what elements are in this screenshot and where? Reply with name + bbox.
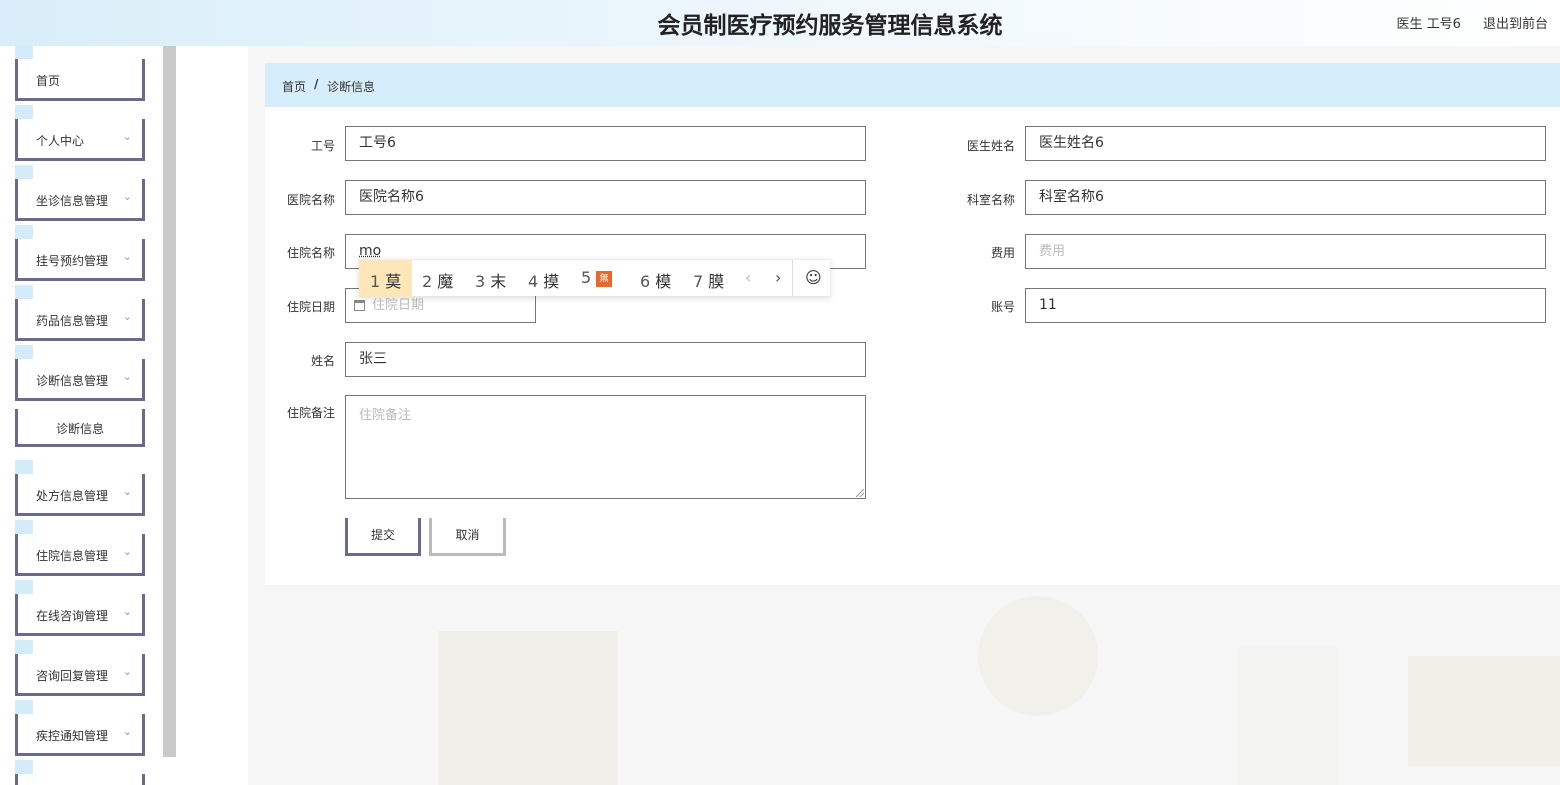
sidebar-item[interactable]: 个人中心 ⌄ bbox=[15, 105, 145, 161]
ime-candidate-number: 5 bbox=[581, 268, 592, 287]
chevron-down-icon: ⌄ bbox=[122, 310, 132, 323]
ime-divider bbox=[792, 260, 793, 297]
hospital-name-input[interactable]: 医院名称6 bbox=[345, 180, 866, 215]
ime-candidate[interactable]: 7膜 bbox=[693, 268, 724, 292]
job-no-label: 工号 bbox=[310, 139, 335, 153]
sidebar-item-partial[interactable] bbox=[15, 760, 145, 785]
current-user[interactable]: 医生 工号6 bbox=[1396, 17, 1460, 32]
ime-candidate-number: 1 bbox=[370, 272, 381, 291]
ime-candidate[interactable]: 2魔 bbox=[422, 268, 453, 292]
chevron-down-icon: ⌄ bbox=[122, 190, 132, 203]
ime-candidate-popup: 1莫 2魔 3末 4摸 5無 6模 7膜 ‹ › ☺ bbox=[359, 259, 830, 297]
remarks-label: 住院备注 bbox=[286, 406, 335, 420]
breadcrumb: 首页 / 诊断信息 bbox=[265, 63, 1560, 107]
account-input[interactable]: 11 bbox=[1025, 288, 1546, 323]
chevron-down-icon: ⌄ bbox=[122, 370, 132, 383]
header-actions: 医生 工号6 退出到前台 bbox=[1396, 13, 1548, 32]
ime-candidate-text: 摸 bbox=[543, 272, 560, 291]
sidebar-item-label: 处方信息管理 bbox=[36, 489, 109, 503]
sidebar-item[interactable]: 挂号预约管理 ⌄ bbox=[15, 225, 145, 281]
remarks-textarea[interactable]: 住院备注 bbox=[345, 395, 866, 499]
dept-name-input[interactable]: 科室名称6 bbox=[1025, 180, 1546, 215]
chevron-down-icon: ⌄ bbox=[122, 130, 132, 143]
ime-candidate-text: 莫 bbox=[385, 272, 402, 291]
sidebar-item-label: 住院信息管理 bbox=[36, 549, 109, 563]
sidebar-item-label: 个人中心 bbox=[36, 134, 85, 148]
sidebar-item[interactable]: 处方信息管理 ⌄ bbox=[15, 460, 145, 516]
ime-candidate-number: 6 bbox=[640, 272, 651, 291]
chevron-down-icon: ⌄ bbox=[122, 250, 132, 263]
admit-date-label: 住院日期 bbox=[286, 300, 335, 314]
ime-candidate-number: 4 bbox=[528, 272, 539, 291]
ime-candidate-text: 無 bbox=[596, 271, 613, 287]
ime-candidate[interactable]: 4摸 bbox=[528, 268, 559, 292]
account-label: 账号 bbox=[990, 300, 1015, 314]
doctor-name-label: 医生姓名 bbox=[966, 139, 1015, 153]
hospital-name-label: 医院名称 bbox=[286, 193, 335, 207]
sidebar-item[interactable]: 在线咨询管理 ⌄ bbox=[15, 580, 145, 636]
ime-candidate-number: 2 bbox=[422, 272, 433, 291]
sidebar-item[interactable]: 咨询回复管理 ⌄ bbox=[15, 640, 145, 696]
ime-emoji-icon[interactable]: ☺ bbox=[805, 268, 822, 287]
sidebar-item-label: 诊断信息管理 bbox=[36, 374, 109, 388]
fee-label: 费用 bbox=[990, 246, 1015, 260]
sidebar-item[interactable]: 药品信息管理 ⌄ bbox=[15, 285, 145, 341]
exit-to-frontend-link[interactable]: 退出到前台 bbox=[1483, 17, 1548, 32]
sidebar-item-label: 咨询回复管理 bbox=[36, 669, 109, 683]
ime-candidate-text: 末 bbox=[490, 272, 507, 291]
ime-candidate[interactable]: 5無 bbox=[581, 268, 613, 287]
ime-candidate[interactable]: 6模 bbox=[640, 268, 671, 292]
breadcrumb-current: 诊断信息 bbox=[327, 80, 376, 94]
chevron-down-icon: ⌄ bbox=[122, 665, 132, 678]
sidebar-item-label: 疾控通知管理 bbox=[36, 729, 109, 743]
doctor-name-input[interactable]: 医生姓名6 bbox=[1025, 126, 1546, 161]
ime-candidate-number: 3 bbox=[475, 272, 486, 291]
dept-name-label: 科室名称 bbox=[966, 193, 1015, 207]
name-input[interactable]: 张三 bbox=[345, 342, 866, 377]
ime-candidate-number: 7 bbox=[693, 272, 704, 291]
resize-grip-icon[interactable] bbox=[856, 489, 864, 497]
submit-button[interactable]: 提交 bbox=[345, 518, 421, 556]
chevron-down-icon: ⌄ bbox=[122, 485, 132, 498]
sidebar-item-label: 药品信息管理 bbox=[36, 314, 109, 328]
ime-candidate-text: 膜 bbox=[708, 272, 725, 291]
sidebar-item[interactable]: 首页 bbox=[15, 45, 145, 101]
chevron-down-icon: ⌄ bbox=[122, 545, 132, 558]
ime-candidate-text: 魔 bbox=[437, 272, 454, 291]
sidebar-item[interactable]: 诊断信息管理 ⌄ bbox=[15, 345, 145, 401]
cancel-button[interactable]: 取消 bbox=[429, 518, 506, 556]
calendar-icon bbox=[354, 300, 365, 311]
top-header: 会员制医疗预约服务管理信息系统 医生 工号6 退出到前台 bbox=[0, 0, 1560, 46]
ime-candidate[interactable]: 1莫 bbox=[370, 268, 401, 292]
sidebar-scrollbar[interactable] bbox=[163, 46, 176, 757]
fee-input[interactable]: 费用 bbox=[1025, 234, 1546, 269]
sidebar-item[interactable]: 住院信息管理 ⌄ bbox=[15, 520, 145, 576]
breadcrumb-home[interactable]: 首页 bbox=[282, 78, 306, 95]
admit-date-placeholder: 住院日期 bbox=[372, 298, 425, 313]
sidebar-item[interactable]: 疾控通知管理 ⌄ bbox=[15, 700, 145, 756]
name-label: 姓名 bbox=[310, 354, 335, 368]
remarks-placeholder: 住院备注 bbox=[359, 408, 412, 423]
ward-name-label: 住院名称 bbox=[286, 246, 335, 260]
ime-candidate[interactable]: 3末 bbox=[475, 268, 506, 292]
ime-next-page-icon[interactable]: › bbox=[775, 268, 781, 287]
chevron-down-icon: ⌄ bbox=[122, 725, 132, 738]
sidebar-item-label: 挂号预约管理 bbox=[36, 254, 109, 268]
sidebar-item-label: 诊断信息 bbox=[55, 422, 104, 436]
system-title: 会员制医疗预约服务管理信息系统 bbox=[657, 13, 1003, 39]
ime-prev-page-icon[interactable]: ‹ bbox=[745, 268, 751, 287]
sidebar-item-label: 坐诊信息管理 bbox=[36, 194, 109, 208]
chevron-down-icon: ⌄ bbox=[122, 605, 132, 618]
ime-candidate-text: 模 bbox=[655, 272, 672, 291]
breadcrumb-separator: / bbox=[314, 77, 319, 91]
sidebar-item-label: 首页 bbox=[36, 74, 61, 88]
sidebar-item[interactable]: 坐诊信息管理 ⌄ bbox=[15, 165, 145, 221]
sidebar-item[interactable]: 诊断信息 bbox=[15, 409, 145, 447]
job-no-input[interactable]: 工号6 bbox=[345, 126, 866, 161]
sidebar-item-label: 在线咨询管理 bbox=[36, 609, 109, 623]
